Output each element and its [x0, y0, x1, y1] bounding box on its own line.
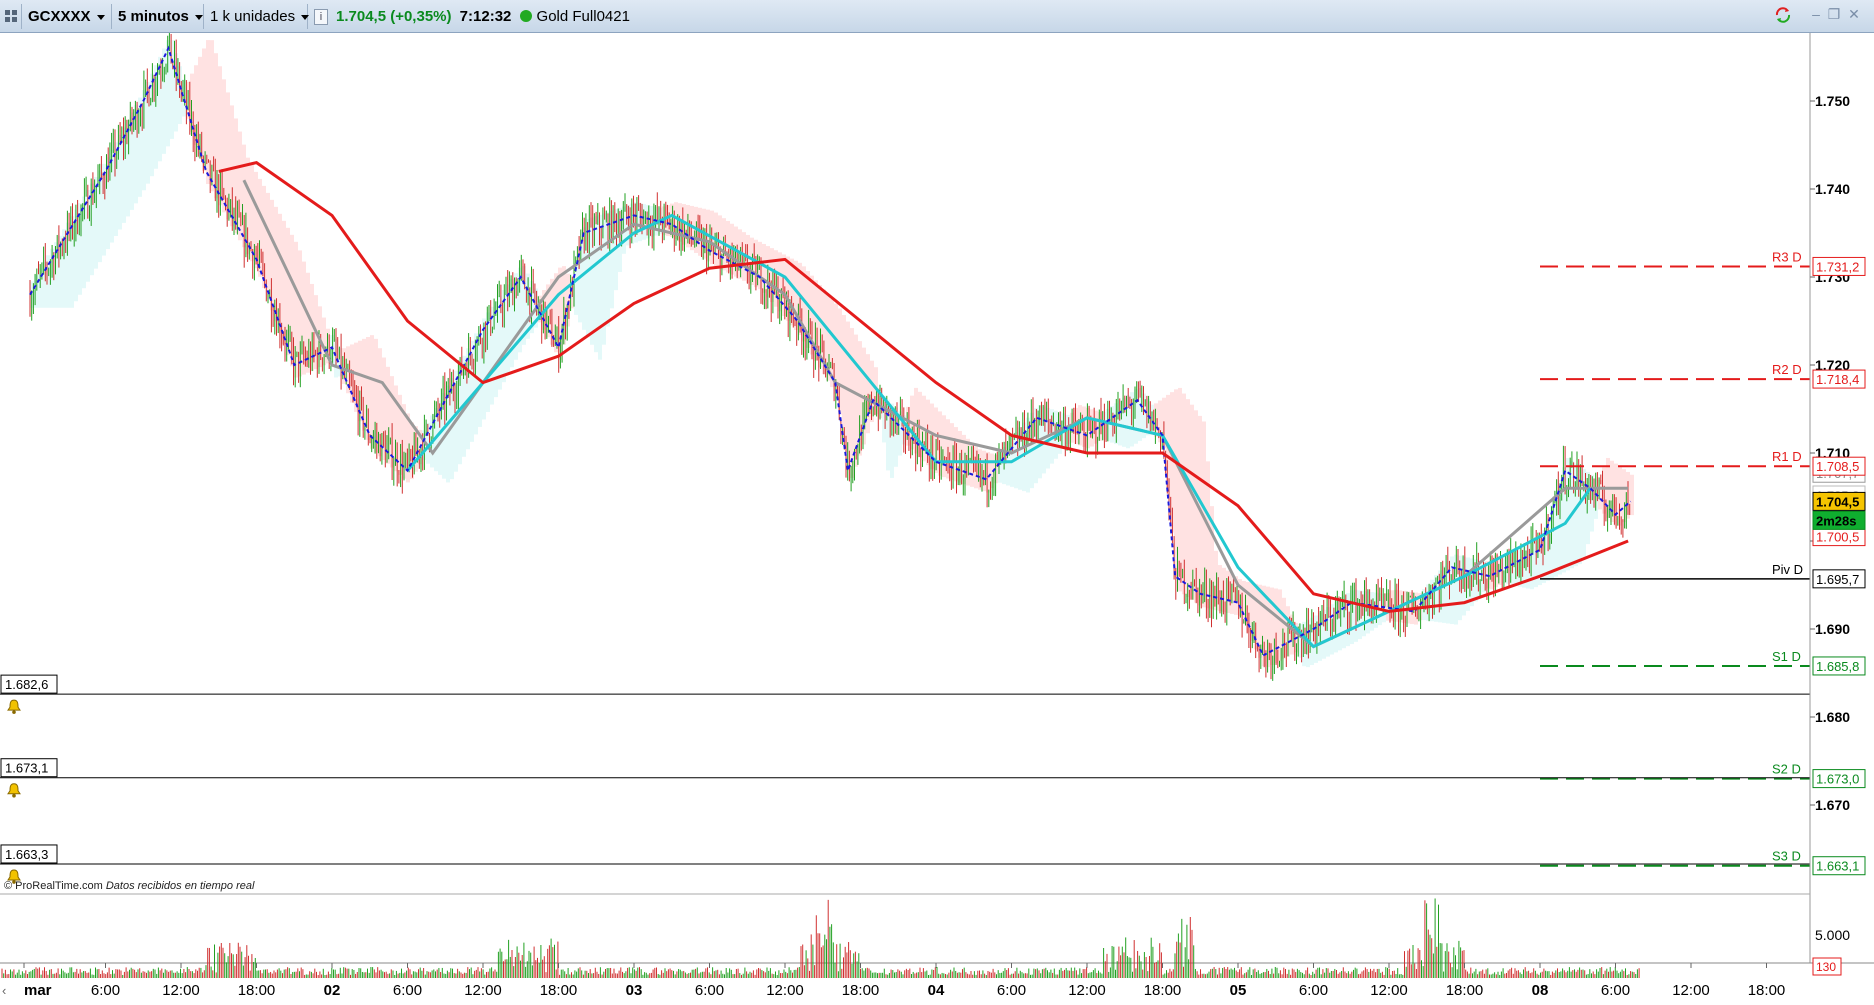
- time-axis-label: 12:00: [766, 982, 804, 999]
- close-icon[interactable]: ✕: [1846, 6, 1862, 22]
- status-dot: [519, 10, 532, 22]
- last-price: 1.704,5 (+0,35%): [336, 8, 452, 25]
- time-axis-label: 6:00: [695, 982, 724, 999]
- pivot-label: Piv D: [1772, 562, 1803, 577]
- info-icon[interactable]: i: [314, 9, 328, 26]
- price-axis-tick: 1.690: [1815, 621, 1850, 637]
- time-axis-label: 6:00: [91, 982, 120, 999]
- cloud-segment: [238, 131, 242, 241]
- pivot-price-value: 1.685,8: [1816, 659, 1859, 674]
- time-axis-label: 12:00: [1068, 982, 1106, 999]
- current-price-tag: 1.704,5: [1816, 494, 1859, 509]
- time-axis-label: 05: [1230, 982, 1247, 999]
- realtime-note: Datos recibidos en tiempo real: [105, 880, 255, 892]
- pivot-label: S1 D: [1772, 649, 1801, 664]
- time-axis-label: 18:00: [1748, 982, 1786, 999]
- cloud-segment: [1630, 474, 1634, 516]
- cloud-segment: [294, 241, 298, 378]
- brand-label: © ProRealTime.com: [4, 880, 103, 892]
- chart-toolbar: GCXXXX 5 minutos 1 k unidades i 1.704,5 (…: [0, 0, 1874, 33]
- minimize-icon[interactable]: –: [1808, 6, 1824, 22]
- pivot-label: R2 D: [1772, 362, 1802, 377]
- time-axis-label: mar: [24, 982, 52, 999]
- pivot-price-value: 1.708,5: [1816, 459, 1859, 474]
- cloud-segment: [1178, 387, 1182, 592]
- pivot-price-value: 1.695,7: [1816, 572, 1859, 587]
- time-axis-label: 12:00: [162, 982, 200, 999]
- time-axis-label: 18:00: [540, 982, 578, 999]
- time-axis-label: 04: [928, 982, 945, 999]
- grid-menu-icon[interactable]: [0, 4, 22, 29]
- pivot-price-value: 1.718,4: [1816, 372, 1859, 387]
- chevron-down-icon: [96, 14, 105, 20]
- price-axis-tick: 1.670: [1815, 797, 1850, 813]
- pivot-label: S3 D: [1772, 849, 1801, 864]
- units-selector[interactable]: 1 k unidades: [204, 4, 310, 29]
- price-axis-tick: 1.740: [1815, 181, 1850, 197]
- volume-axis-tick: 5.000: [1815, 927, 1850, 943]
- alert-price-value: 1.682,6: [5, 677, 48, 692]
- chart-canvas[interactable]: 1.682,6 1.673,1 1.663,3 5.000 130 1.750 1.74…: [0, 32, 1874, 1000]
- time-axis-label: 6:00: [1601, 982, 1630, 999]
- pivot-price-value: 1.731,2: [1816, 259, 1859, 274]
- time-axis-label: 12:00: [464, 982, 502, 999]
- alert-price-value: 1.673,1: [5, 761, 48, 776]
- price-axis-tick: 1.750: [1815, 93, 1850, 109]
- time-axis-label: 6:00: [997, 982, 1026, 999]
- timeframe-selector[interactable]: 5 minutos: [112, 4, 204, 29]
- pivot-price-value: 1.673,0: [1816, 772, 1859, 787]
- time-axis-label: 18:00: [1144, 982, 1182, 999]
- cloud-segment: [590, 217, 594, 345]
- pivot-label: R1 D: [1772, 449, 1802, 464]
- cloud-segment: [942, 415, 946, 478]
- cloud-segment: [270, 199, 274, 311]
- timeframe-label: 5 minutos: [118, 8, 189, 25]
- time-axis-label: 02: [324, 982, 341, 999]
- volume-current-value: 130: [1816, 960, 1836, 974]
- time-axis-label: 6:00: [1299, 982, 1328, 999]
- time-axis-label: 18:00: [842, 982, 880, 999]
- quote-time: 7:12:32: [459, 8, 512, 25]
- cloud-segment: [1190, 404, 1194, 600]
- price-chart[interactable]: 1.682,6 1.673,1 1.663,3 5.000 130 1.750 1.74…: [0, 32, 1874, 1000]
- cloud-segment: [842, 315, 846, 443]
- pivot-label: R3 D: [1772, 249, 1802, 264]
- data-source-note: © ProRealTime.com Datos recibidos en tie…: [4, 880, 254, 892]
- units-label: 1 k unidades: [210, 8, 296, 25]
- cloud-segment: [866, 354, 870, 434]
- price-tag-1700: 1.700,5: [1816, 530, 1859, 545]
- chevron-down-icon: [194, 14, 203, 20]
- time-axis-label: 18:00: [1446, 982, 1484, 999]
- time-axis-label: 12:00: [1370, 982, 1408, 999]
- time-axis-label: 03: [626, 982, 643, 999]
- quote-info: i 1.704,5 (+0,35%) 7:12:32 Gold Full0421: [308, 4, 638, 29]
- restore-icon[interactable]: ❐: [1826, 6, 1842, 22]
- scroll-left-icon[interactable]: ‹: [2, 983, 6, 998]
- pivot-price-value: 1.663,1: [1816, 859, 1859, 874]
- time-axis-label: 08: [1532, 982, 1549, 999]
- cloud-segment: [1566, 457, 1570, 571]
- cloud-segment: [838, 308, 842, 415]
- cloud-segment: [486, 312, 490, 413]
- symbol-label: GCXXXX: [28, 8, 91, 25]
- cloud-segment: [1186, 399, 1190, 598]
- cloud-segment: [1622, 469, 1626, 523]
- symbol-selector[interactable]: GCXXXX: [22, 4, 112, 29]
- bell-clapper: [12, 793, 16, 798]
- countdown-timer: 2m28s: [1816, 513, 1856, 528]
- cloud-segment: [282, 220, 286, 344]
- alert-price-value: 1.663,3: [5, 847, 48, 862]
- time-axis-label: 18:00: [238, 982, 276, 999]
- time-axis-label: 6:00: [393, 982, 422, 999]
- time-axis-label: 12:00: [1672, 982, 1710, 999]
- pivot-label: S2 D: [1772, 762, 1801, 777]
- instrument-name: Gold Full0421: [536, 8, 630, 25]
- bell-clapper: [12, 710, 16, 714]
- price-axis-tick: 1.680: [1815, 709, 1850, 725]
- sync-icon[interactable]: [1774, 6, 1791, 23]
